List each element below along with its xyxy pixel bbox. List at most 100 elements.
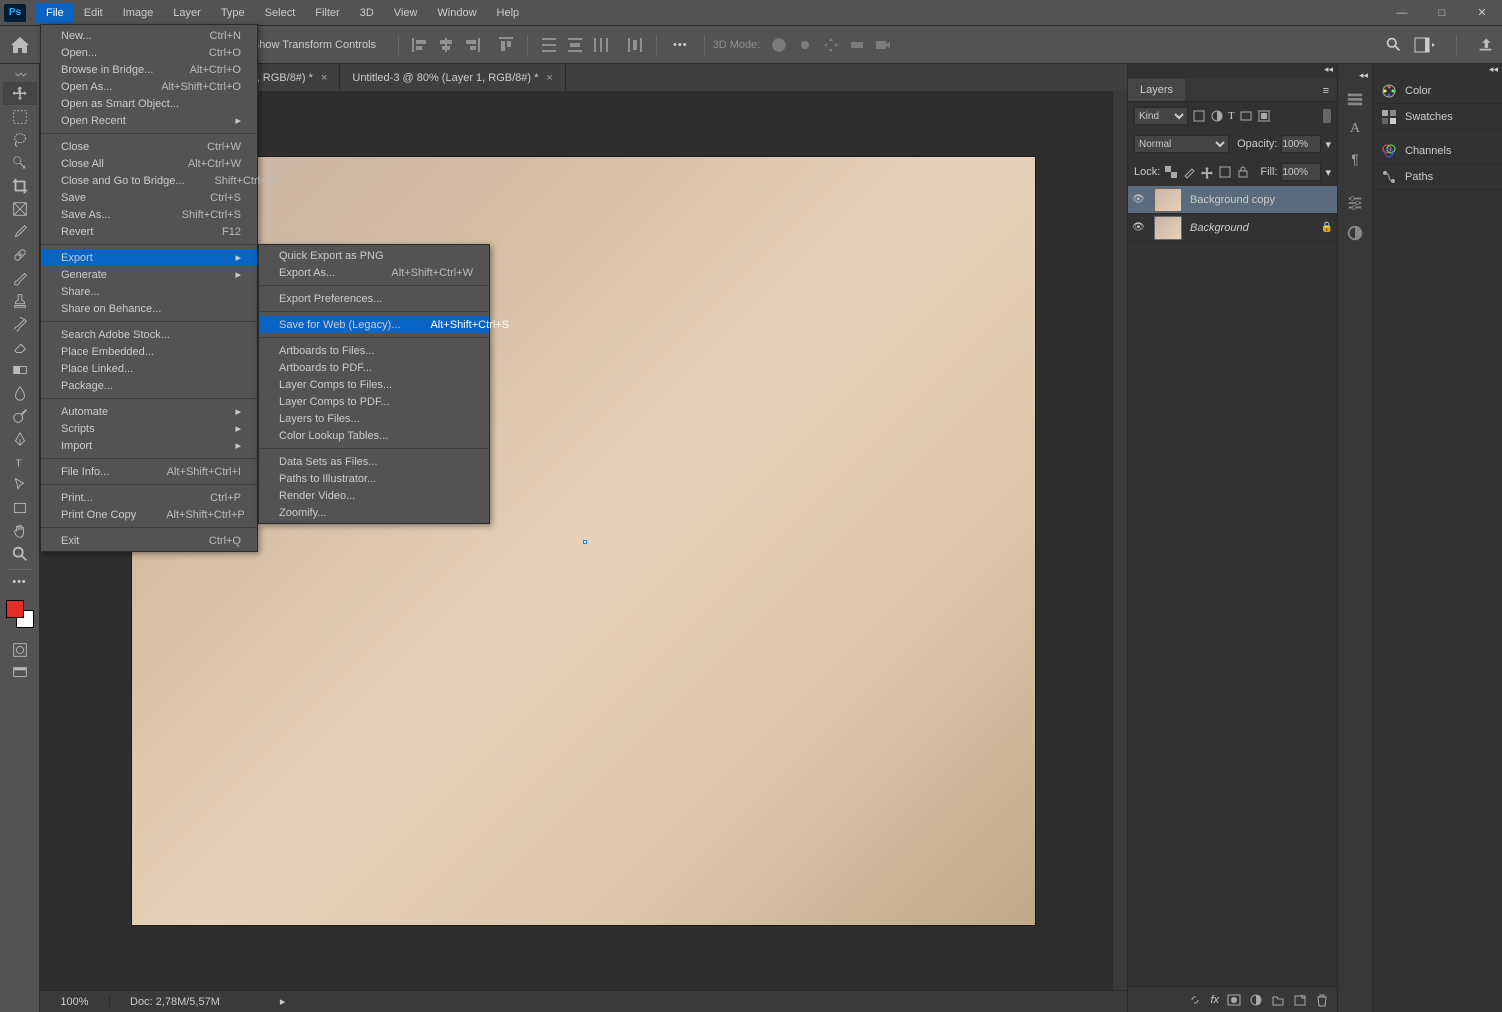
paths-panel-button[interactable]: Paths bbox=[1373, 164, 1502, 190]
menu-help[interactable]: Help bbox=[487, 3, 530, 23]
rectangle-tool[interactable] bbox=[3, 496, 37, 519]
collapse-tools-icon[interactable] bbox=[3, 68, 37, 82]
quickmask-tool[interactable] bbox=[3, 638, 37, 661]
opacity-input[interactable] bbox=[1281, 135, 1321, 153]
menu-item[interactable]: Zoomify... bbox=[259, 504, 489, 521]
menu-item[interactable]: Export▸ bbox=[41, 249, 257, 266]
adjustments-panel-icon[interactable] bbox=[1343, 191, 1367, 215]
brush-tool[interactable] bbox=[3, 266, 37, 289]
type-tool[interactable]: T bbox=[3, 450, 37, 473]
lasso-tool[interactable] bbox=[3, 128, 37, 151]
close-tab-icon[interactable]: × bbox=[321, 72, 327, 84]
swatches-panel-button[interactable]: Swatches bbox=[1373, 104, 1502, 130]
layers-tab[interactable]: Layers bbox=[1128, 79, 1185, 101]
doc-info-flyout-icon[interactable]: ▸ bbox=[280, 995, 286, 1008]
lock-pixels-icon[interactable] bbox=[1182, 165, 1196, 179]
menu-type[interactable]: Type bbox=[211, 3, 255, 23]
lock-position-icon[interactable] bbox=[1200, 165, 1214, 179]
filter-smart-icon[interactable] bbox=[1257, 109, 1271, 123]
menu-item[interactable]: CloseCtrl+W bbox=[41, 138, 257, 155]
blend-mode-select[interactable]: Normal bbox=[1134, 135, 1229, 153]
share-icon[interactable] bbox=[1477, 36, 1494, 53]
menu-item[interactable]: SaveCtrl+S bbox=[41, 189, 257, 206]
menu-item[interactable]: Import▸ bbox=[41, 437, 257, 454]
menu-item[interactable]: ExitCtrl+Q bbox=[41, 532, 257, 549]
channels-panel-button[interactable]: Channels bbox=[1373, 138, 1502, 164]
menu-item[interactable]: Share... bbox=[41, 283, 257, 300]
menu-item[interactable]: Search Adobe Stock... bbox=[41, 326, 257, 343]
menu-item[interactable]: Open As...Alt+Shift+Ctrl+O bbox=[41, 78, 257, 95]
color-swatches[interactable] bbox=[6, 600, 34, 628]
distribute-top-icon[interactable] bbox=[539, 35, 559, 55]
adjustment-layer-icon[interactable] bbox=[1249, 993, 1263, 1007]
align-center-h-icon[interactable] bbox=[436, 35, 456, 55]
menu-item[interactable]: Layers to Files... bbox=[259, 410, 489, 427]
menu-item[interactable]: RevertF12 bbox=[41, 223, 257, 240]
menu-item[interactable]: Scripts▸ bbox=[41, 420, 257, 437]
visibility-icon[interactable]: 👁 bbox=[1132, 194, 1146, 205]
edit-toolbar-icon[interactable]: ••• bbox=[3, 574, 37, 590]
menu-file[interactable]: File bbox=[36, 3, 74, 23]
distribute-h-icon[interactable] bbox=[625, 35, 645, 55]
menu-item[interactable]: Render Video... bbox=[259, 487, 489, 504]
healing-tool[interactable] bbox=[3, 243, 37, 266]
search-icon[interactable] bbox=[1385, 36, 1402, 53]
menu-item[interactable]: Close and Go to Bridge...Shift+Ctrl+W bbox=[41, 172, 257, 189]
character-panel-icon[interactable]: A bbox=[1343, 117, 1367, 141]
menu-item[interactable]: File Info...Alt+Shift+Ctrl+I bbox=[41, 463, 257, 480]
minimize-button[interactable]: — bbox=[1382, 1, 1422, 25]
layer-mask-icon[interactable] bbox=[1227, 993, 1241, 1007]
align-top-icon[interactable] bbox=[496, 35, 516, 55]
menu-item[interactable]: Paths to Illustrator... bbox=[259, 470, 489, 487]
marquee-tool[interactable] bbox=[3, 105, 37, 128]
menu-item[interactable]: New...Ctrl+N bbox=[41, 27, 257, 44]
filter-pixel-icon[interactable] bbox=[1192, 109, 1206, 123]
lock-all-icon[interactable] bbox=[1236, 165, 1250, 179]
dodge-tool[interactable] bbox=[3, 404, 37, 427]
move-tool[interactable] bbox=[3, 82, 37, 105]
menu-item[interactable]: Save As...Shift+Ctrl+S bbox=[41, 206, 257, 223]
lock-transparent-icon[interactable] bbox=[1164, 165, 1178, 179]
layer-fx-icon[interactable]: fx bbox=[1210, 994, 1219, 1006]
document-tab[interactable]: Untitled-3 @ 80% (Layer 1, RGB/8#) *× bbox=[340, 64, 565, 91]
crop-tool[interactable] bbox=[3, 174, 37, 197]
menu-view[interactable]: View bbox=[384, 3, 428, 23]
menu-item[interactable]: Open as Smart Object... bbox=[41, 95, 257, 112]
layer-row[interactable]: 👁 Background copy bbox=[1128, 186, 1337, 214]
menu-item[interactable]: Share on Behance... bbox=[41, 300, 257, 317]
collapse-strip-icon[interactable]: ◂◂ bbox=[1359, 70, 1368, 81]
zoom-level[interactable]: 100% bbox=[40, 996, 110, 1008]
frame-tool[interactable] bbox=[3, 197, 37, 220]
menu-3d[interactable]: 3D bbox=[350, 3, 384, 23]
quick-select-tool[interactable] bbox=[3, 151, 37, 174]
menu-edit[interactable]: Edit bbox=[74, 3, 113, 23]
color-panel-button[interactable]: Color bbox=[1373, 78, 1502, 104]
menu-select[interactable]: Select bbox=[255, 3, 306, 23]
menu-item[interactable]: Open Recent▸ bbox=[41, 112, 257, 129]
eyedropper-tool[interactable] bbox=[3, 220, 37, 243]
distribute-bottom-icon[interactable] bbox=[591, 35, 611, 55]
opacity-flyout-icon[interactable]: ▾ bbox=[1325, 138, 1331, 151]
paragraph-panel-icon[interactable]: ¶ bbox=[1343, 147, 1367, 171]
menu-item[interactable]: Print...Ctrl+P bbox=[41, 489, 257, 506]
menu-item[interactable]: Color Lookup Tables... bbox=[259, 427, 489, 444]
filter-toggle[interactable] bbox=[1323, 109, 1331, 123]
menu-item[interactable]: Export Preferences... bbox=[259, 290, 489, 307]
blur-tool[interactable] bbox=[3, 381, 37, 404]
layer-thumbnail[interactable] bbox=[1154, 216, 1182, 240]
stamp-tool[interactable] bbox=[3, 289, 37, 312]
menu-image[interactable]: Image bbox=[113, 3, 164, 23]
layer-name[interactable]: Background copy bbox=[1190, 194, 1275, 206]
menu-item[interactable]: Browse in Bridge...Alt+Ctrl+O bbox=[41, 61, 257, 78]
fill-flyout-icon[interactable]: ▾ bbox=[1325, 166, 1331, 179]
menu-window[interactable]: Window bbox=[427, 3, 486, 23]
align-right-icon[interactable] bbox=[462, 35, 482, 55]
menu-item[interactable]: Place Linked... bbox=[41, 360, 257, 377]
distribute-v-icon[interactable] bbox=[565, 35, 585, 55]
align-left-icon[interactable] bbox=[410, 35, 430, 55]
filter-kind-select[interactable]: Kind bbox=[1134, 107, 1188, 125]
layer-thumbnail[interactable] bbox=[1154, 188, 1182, 212]
layer-row[interactable]: 👁Background🔒 bbox=[1128, 214, 1337, 242]
menu-item[interactable]: Generate▸ bbox=[41, 266, 257, 283]
gradient-tool[interactable] bbox=[3, 358, 37, 381]
